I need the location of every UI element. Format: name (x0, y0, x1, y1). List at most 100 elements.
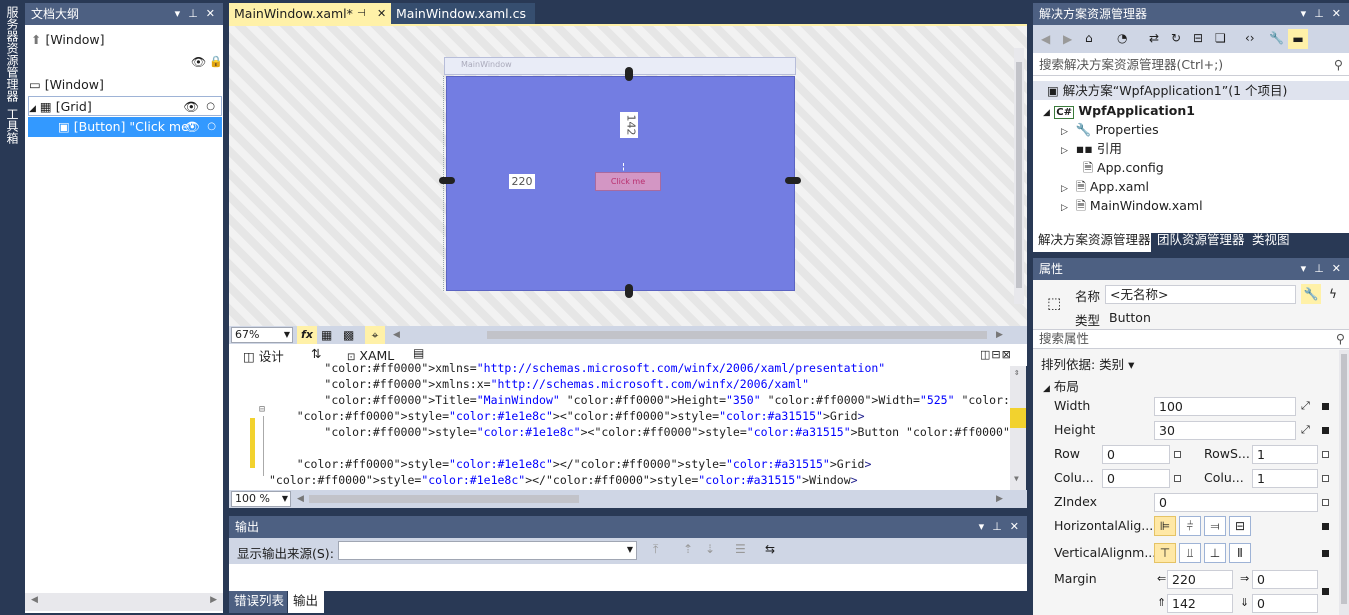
dropdown-icon[interactable]: ▾ (1301, 258, 1307, 280)
preview-icon[interactable]: ▬ (1288, 29, 1308, 49)
halign-right-button[interactable]: ⫤ (1204, 516, 1226, 536)
code-line[interactable]: "color:#ff0000">xmlns:x="http://schemas.… (269, 376, 809, 392)
vscroll-thumb[interactable] (1341, 354, 1347, 604)
events-lightning-icon[interactable]: ϟ (1323, 284, 1343, 304)
zindex-input[interactable]: 0 (1154, 493, 1318, 512)
outline-item-button[interactable]: ▣ [Button] "Click me" 👁 ○ (28, 117, 222, 137)
code-vscrollbar[interactable]: ⇳ ▼ (1010, 366, 1026, 490)
name-input[interactable]: <无名称> (1105, 285, 1296, 304)
code-line[interactable]: "color:#ff0000">style="color:#1e1e8c"><"… (269, 408, 865, 424)
code-line[interactable]: "color:#ff0000">style="color:#1e1e8c"><"… (269, 424, 1009, 440)
height-input[interactable]: 30 (1154, 421, 1296, 440)
code-hscroll-thumb[interactable] (309, 495, 579, 503)
code-line[interactable]: "color:#ff0000">xmlns="http://schemas.mi… (269, 360, 885, 376)
back-icon[interactable]: ◀ (1041, 32, 1050, 46)
code-line[interactable]: "color:#ff0000">style="color:#1e1e8c"></… (269, 472, 858, 488)
bottom-resize-handle[interactable] (625, 284, 633, 298)
collapse-all-icon[interactable]: ⊟ (1193, 31, 1203, 45)
swap-panes-button[interactable]: ⇅ (311, 346, 321, 361)
row-input[interactable]: 0 (1102, 445, 1170, 464)
property-marker[interactable] (1322, 499, 1329, 506)
view-code-icon[interactable]: ‹› (1245, 31, 1255, 45)
property-marker[interactable] (1322, 427, 1329, 434)
outline-scrollbar[interactable]: ◀ ▶ (25, 593, 223, 611)
expand-arrows-icon[interactable]: ⤢ (1301, 399, 1310, 413)
designer-button-click-me[interactable]: Click me (595, 172, 661, 191)
scroll-right-icon[interactable]: ▶ (996, 326, 1003, 344)
property-marker[interactable] (1322, 588, 1329, 595)
designer-window-body[interactable]: 142 220 Click me (446, 76, 795, 291)
clear-all-icon[interactable]: ☰ (735, 542, 746, 556)
margin-bottom-input[interactable]: 0 (1252, 594, 1318, 613)
tab-error-list[interactable]: 错误列表 (229, 591, 287, 613)
zoom-dropdown[interactable]: 67% ▼ (231, 327, 293, 343)
close-icon[interactable]: ✕ (1332, 3, 1341, 25)
right-resize-handle[interactable] (785, 177, 801, 184)
property-marker[interactable] (1322, 451, 1329, 458)
side-tab-server-explorer[interactable]: 服务器资源管理器 (3, 6, 21, 105)
pin-icon[interactable]: ⊣ (357, 3, 366, 24)
property-marker[interactable] (1322, 523, 1329, 530)
scroll-left-icon[interactable]: ◀ (393, 326, 400, 344)
design-surface[interactable]: MainWindow 142 220 Click me (229, 26, 1027, 326)
tree-item-app-config[interactable]: 🗎 App.config (1083, 158, 1164, 177)
tab-mainwindow-xaml-cs[interactable]: MainWindow.xaml.cs (391, 3, 535, 24)
solution-search-input[interactable]: 搜索解决方案资源管理器(Ctrl+;) ⚲ (1033, 54, 1349, 76)
scroll-right-icon[interactable]: ▶ (210, 595, 217, 605)
pin-icon[interactable]: ⊥ (188, 3, 198, 25)
eye-icon[interactable]: 👁 (184, 117, 200, 137)
tab-mainwindow-xaml[interactable]: MainWindow.xaml* ⊣ ✕ (229, 3, 391, 24)
outline-item-grid[interactable]: ◢ ▦ [Grid] 👁 ○ (28, 96, 222, 116)
pin-icon[interactable]: ⊥ (1314, 258, 1324, 280)
hscroll-thumb[interactable] (487, 331, 987, 339)
output-source-dropdown[interactable]: ▼ (338, 541, 637, 560)
circle-icon[interactable]: ○ (207, 117, 216, 137)
side-tab-toolbox[interactable]: 工具箱 (3, 108, 21, 147)
property-marker[interactable] (1322, 475, 1329, 482)
pin-icon[interactable]: ⊥ (992, 516, 1002, 538)
code-line[interactable]: "color:#ff0000">Title="MainWindow" "colo… (269, 392, 1009, 408)
close-icon[interactable]: ✕ (1332, 258, 1341, 280)
next-message-icon[interactable]: ⇣ (705, 542, 715, 556)
pin-icon[interactable]: ⊥ (1314, 3, 1324, 25)
scroll-left-icon[interactable]: ◀ (31, 595, 38, 605)
xaml-code-editor[interactable]: ⊟ "color:#ff0000">xmlns="http://schemas.… (229, 361, 1026, 490)
circle-icon[interactable]: ○ (206, 97, 215, 117)
valign-bottom-button[interactable]: ⊥ (1204, 543, 1226, 563)
tab-output[interactable]: 输出 (288, 591, 324, 613)
tab-solution-explorer[interactable]: 解决方案资源管理器 (1033, 230, 1151, 252)
margin-right-input[interactable]: 0 (1252, 570, 1318, 589)
tree-item-properties[interactable]: ▷ 🔧 Properties (1061, 120, 1159, 139)
properties-wrench-icon[interactable]: 🔧 (1301, 284, 1321, 304)
tree-item-mainwindow-xaml[interactable]: ▷ 🗎 MainWindow.xaml (1061, 196, 1203, 215)
sync-icon[interactable]: ⇄ (1149, 31, 1159, 45)
property-marker[interactable] (1174, 451, 1181, 458)
eye-icon[interactable]: 👁 (183, 97, 199, 117)
designer-vscrollbar[interactable] (1014, 48, 1024, 304)
halign-left-button[interactable]: ⊫ (1154, 516, 1176, 536)
close-icon[interactable]: ✕ (1010, 516, 1019, 538)
category-layout[interactable]: ◢ 布局 (1043, 376, 1079, 395)
word-wrap-icon[interactable]: ⇆ (765, 542, 775, 556)
properties-vscrollbar[interactable] (1339, 350, 1349, 615)
column-input[interactable]: 0 (1102, 469, 1170, 488)
properties-search-input[interactable]: 搜索属性 ⚲ (1033, 329, 1349, 349)
grid-toggle-icon[interactable]: ▦ (321, 326, 332, 344)
tab-class-view[interactable]: 类视图 (1248, 230, 1294, 252)
pending-changes-icon[interactable]: ◔ (1117, 31, 1127, 45)
property-marker[interactable] (1322, 550, 1329, 557)
valign-stretch-button[interactable]: Ⅱ (1229, 543, 1251, 563)
scroll-right-icon[interactable]: ▶ (996, 490, 1003, 508)
eye-icon[interactable]: 👁 (191, 55, 206, 69)
tree-item-references[interactable]: ▷ ▪▪ 引用 (1061, 139, 1122, 158)
dropdown-icon[interactable]: ▾ (1301, 3, 1307, 25)
outline-breadcrumb[interactable]: ⬆ [Window] (31, 30, 229, 50)
halign-stretch-button[interactable]: ⊟ (1229, 516, 1251, 536)
columnspan-input[interactable]: 1 (1252, 469, 1318, 488)
scroll-down-icon[interactable]: ▼ (1014, 474, 1019, 483)
tree-item-project[interactable]: ◢ C# WpfApplication1 (1033, 101, 1349, 120)
valign-top-button[interactable]: ⊤ (1154, 543, 1176, 563)
left-resize-handle[interactable] (439, 177, 455, 184)
close-icon[interactable]: ✕ (206, 3, 215, 25)
snap-grid-icon[interactable]: ▩ (343, 326, 354, 344)
